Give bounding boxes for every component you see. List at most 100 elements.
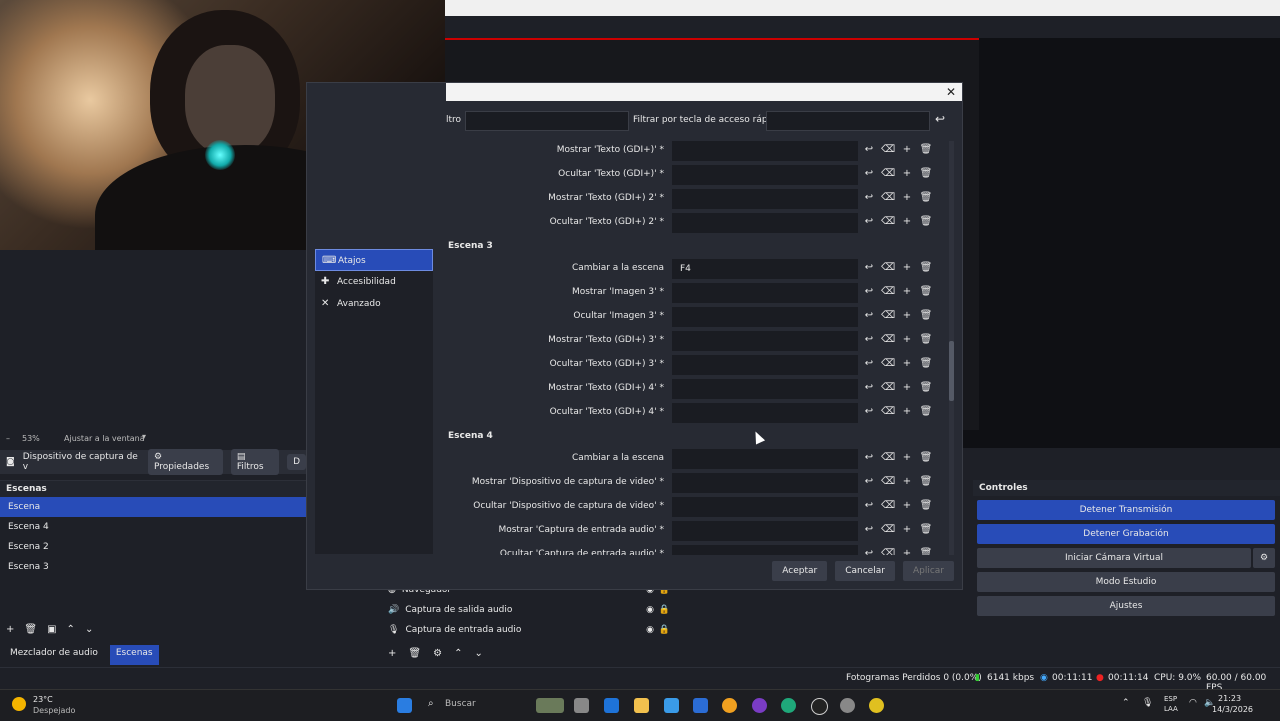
- lang-code[interactable]: ESP: [1164, 695, 1177, 703]
- revert-icon[interactable]: ↩: [862, 500, 876, 511]
- clear-icon[interactable]: ⌫: [881, 358, 895, 369]
- settings-icon[interactable]: [840, 698, 855, 713]
- trash-icon[interactable]: 🗑: [919, 500, 933, 511]
- revert-icon[interactable]: ↩: [862, 262, 876, 273]
- reset-filter-icon[interactable]: ↩: [935, 112, 945, 126]
- revert-icon[interactable]: ↩: [862, 192, 876, 203]
- clear-icon[interactable]: ⌫: [881, 334, 895, 345]
- trash-icon[interactable]: 🗑: [408, 648, 421, 659]
- add-icon[interactable]: +: [900, 262, 914, 273]
- obs-icon[interactable]: [811, 698, 828, 715]
- revert-icon[interactable]: ↩: [862, 548, 876, 555]
- add-icon[interactable]: +: [900, 192, 914, 203]
- add-icon[interactable]: +: [6, 624, 14, 640]
- tab-audio-mixer[interactable]: Mezclador de audio: [4, 645, 104, 665]
- revert-icon[interactable]: ↩: [862, 334, 876, 345]
- hotkey-filter-input[interactable]: [766, 111, 930, 131]
- close-icon[interactable]: ✕: [946, 84, 956, 100]
- stop-recording-button[interactable]: Detener Grabación: [977, 524, 1275, 544]
- trash-icon[interactable]: 🗑: [919, 476, 933, 487]
- windows-start-icon[interactable]: [397, 698, 412, 713]
- revert-icon[interactable]: ↩: [862, 476, 876, 487]
- settings-button[interactable]: Ajustes: [977, 596, 1275, 616]
- search-icon[interactable]: ⌕: [428, 698, 434, 709]
- filter-input[interactable]: [465, 111, 629, 131]
- trash-icon[interactable]: 🗑: [919, 358, 933, 369]
- scene-item[interactable]: Escena 4: [0, 517, 306, 537]
- clear-icon[interactable]: ⌫: [881, 216, 895, 227]
- hotkey-field[interactable]: [672, 497, 858, 517]
- hotkey-field[interactable]: [672, 283, 858, 303]
- clear-icon[interactable]: ⌫: [881, 192, 895, 203]
- clock-time[interactable]: 21:23: [1218, 694, 1241, 703]
- trash-icon[interactable]: 🗑: [919, 192, 933, 203]
- clear-icon[interactable]: ⌫: [881, 500, 895, 511]
- hotkey-field[interactable]: [672, 331, 858, 351]
- source-item[interactable]: 🎙 Captura de entrada audio ◉ 🔒: [380, 620, 680, 640]
- cancel-button[interactable]: Cancelar: [835, 561, 895, 581]
- filters-button[interactable]: ▤ Filtros: [230, 449, 280, 475]
- add-icon[interactable]: +: [900, 168, 914, 179]
- trash-icon[interactable]: 🗑: [919, 452, 933, 463]
- accept-button[interactable]: Aceptar: [772, 561, 828, 581]
- clear-icon[interactable]: ⌫: [881, 548, 895, 555]
- trash-icon[interactable]: 🗑: [919, 548, 933, 555]
- hotkey-field[interactable]: [672, 449, 858, 469]
- revert-icon[interactable]: ↩: [862, 168, 876, 179]
- trash-icon[interactable]: 🗑: [919, 144, 933, 155]
- clear-icon[interactable]: ⌫: [881, 452, 895, 463]
- hotkey-field[interactable]: [672, 473, 858, 493]
- hotkey-field[interactable]: [672, 141, 858, 161]
- clear-icon[interactable]: ⌫: [881, 476, 895, 487]
- move-up-icon[interactable]: ⌃: [67, 624, 75, 640]
- add-icon[interactable]: +: [900, 452, 914, 463]
- source-item[interactable]: 🔊 Captura de salida audio ◉ 🔒: [380, 600, 680, 620]
- gear-icon[interactable]: ⚙: [433, 648, 442, 659]
- add-icon[interactable]: +: [900, 216, 914, 227]
- add-icon[interactable]: +: [900, 548, 914, 555]
- add-icon[interactable]: +: [900, 334, 914, 345]
- eye-icon[interactable]: ◉: [646, 605, 654, 615]
- add-icon[interactable]: +: [900, 310, 914, 321]
- clear-icon[interactable]: ⌫: [881, 262, 895, 273]
- clear-icon[interactable]: ⌫: [881, 168, 895, 179]
- properties-button[interactable]: ⚙ Propiedades: [147, 449, 223, 475]
- add-icon[interactable]: +: [900, 286, 914, 297]
- chevron-down-icon[interactable]: ▾: [142, 432, 146, 441]
- norton-icon[interactable]: [869, 698, 884, 713]
- hotkey-field[interactable]: [672, 521, 858, 541]
- microphone-icon[interactable]: 🎙: [1142, 698, 1153, 708]
- gear-icon[interactable]: ⚙: [1253, 548, 1275, 568]
- apply-button[interactable]: Aplicar: [902, 561, 954, 581]
- fit-label[interactable]: Ajustar a la ventana: [64, 434, 145, 443]
- revert-icon[interactable]: ↩: [862, 382, 876, 393]
- taskbar-search[interactable]: Buscar: [445, 699, 476, 709]
- trash-icon[interactable]: 🗑: [919, 286, 933, 297]
- filter-icon[interactable]: ▣: [47, 624, 56, 640]
- sidebar-item-atajos[interactable]: ⌨ Atajos: [315, 249, 433, 271]
- revert-icon[interactable]: ↩: [862, 310, 876, 321]
- studio-mode-button[interactable]: Modo Estudio: [977, 572, 1275, 592]
- clear-icon[interactable]: ⌫: [881, 382, 895, 393]
- clear-icon[interactable]: ⌫: [881, 524, 895, 535]
- move-up-icon[interactable]: ⌃: [454, 648, 462, 659]
- hotkey-field[interactable]: F4: [672, 259, 858, 279]
- revert-icon[interactable]: ↩: [862, 216, 876, 227]
- chevron-up-icon[interactable]: ⌃: [1122, 698, 1130, 708]
- hotkey-field[interactable]: [672, 355, 858, 375]
- eye-icon[interactable]: ◉: [646, 625, 654, 635]
- add-icon[interactable]: +: [388, 648, 396, 659]
- trash-icon[interactable]: 🗑: [919, 406, 933, 417]
- move-down-icon[interactable]: ⌄: [474, 648, 482, 659]
- trash-icon[interactable]: 🗑: [919, 382, 933, 393]
- revert-icon[interactable]: ↩: [862, 286, 876, 297]
- clear-icon[interactable]: ⌫: [881, 286, 895, 297]
- trash-icon[interactable]: 🗑: [919, 334, 933, 345]
- hotkey-field[interactable]: [672, 213, 858, 233]
- outlook-icon[interactable]: [604, 698, 619, 713]
- scrollbar[interactable]: [949, 141, 954, 555]
- virtual-camera-button[interactable]: Iniciar Cámara Virtual: [977, 548, 1251, 568]
- add-icon[interactable]: +: [900, 524, 914, 535]
- add-icon[interactable]: +: [900, 358, 914, 369]
- trash-icon[interactable]: 🗑: [24, 624, 37, 640]
